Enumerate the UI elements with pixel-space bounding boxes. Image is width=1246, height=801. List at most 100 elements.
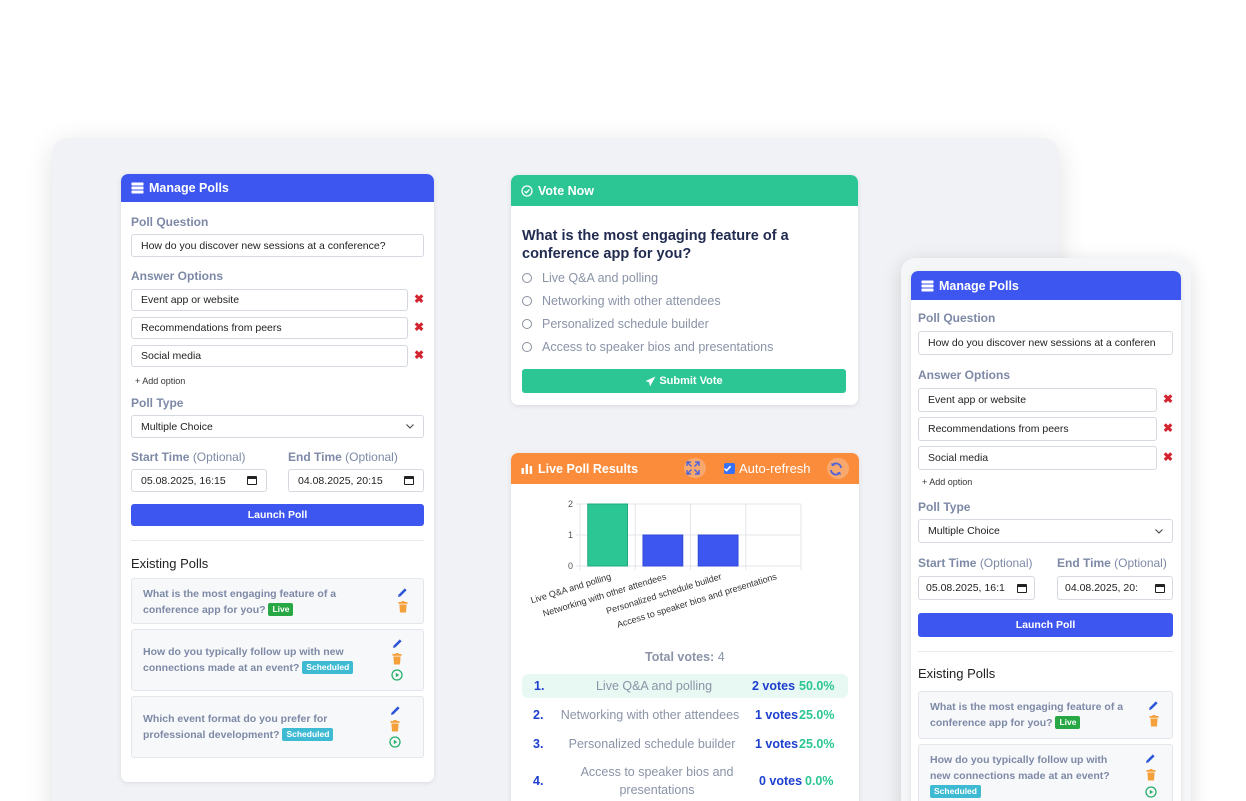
remove-option-button[interactable]: ✖	[414, 348, 424, 362]
remove-option-button[interactable]: ✖	[1163, 421, 1173, 435]
play-circle-icon[interactable]	[391, 669, 403, 681]
play-circle-icon[interactable]	[1145, 786, 1157, 798]
answer-option-input[interactable]: Recommendations from peers	[131, 317, 408, 339]
manage-polls-title: Manage Polls	[149, 181, 229, 195]
result-rank: 3.	[533, 737, 544, 751]
poll-question-line: new connections made at an event?	[930, 770, 1110, 782]
vote-now-title: Vote Now	[538, 183, 595, 198]
trash-icon[interactable]	[398, 601, 408, 613]
add-option-link[interactable]: + Add option	[922, 477, 972, 487]
poll-question-line: What is the most engaging feature of a	[930, 701, 1124, 713]
vote-option-label: Personalized schedule builder	[542, 317, 709, 331]
remove-option-button[interactable]: ✖	[1163, 450, 1173, 464]
divider	[918, 651, 1173, 652]
poll-type-select[interactable]: Multiple Choice	[131, 415, 424, 438]
existing-poll-item[interactable]: Which event format do you prefer for prof…	[131, 696, 424, 758]
optional-text: (Optional)	[979, 556, 1033, 570]
existing-poll-item[interactable]: What is the most engaging feature of a co…	[131, 578, 424, 624]
trash-icon[interactable]	[1149, 715, 1159, 727]
live-results-header: Live Poll Results Auto-refresh	[511, 453, 859, 484]
result-votes: 1 votes	[755, 708, 799, 722]
auto-refresh-checkbox[interactable]	[723, 463, 735, 474]
answer-options-label: Answer Options	[131, 269, 224, 283]
end-time-input[interactable]: 04.08.2025, 20:15	[288, 469, 424, 492]
end-time-input[interactable]: 04.08.2025, 20:	[1057, 576, 1173, 600]
vote-option-label: Live Q&A and polling	[542, 271, 659, 285]
calendar-icon[interactable]	[1017, 583, 1027, 593]
mobile-poll-question-input[interactable]: How do you discover new sessions at a co…	[918, 331, 1173, 355]
radio-button[interactable]	[522, 296, 532, 306]
end-time-value: 04.08.2025, 20:	[1065, 582, 1138, 594]
status-badge: Scheduled	[302, 661, 354, 674]
answer-option-input[interactable]: Event app or website	[131, 289, 408, 311]
remove-option-button[interactable]: ✖	[414, 320, 424, 334]
remove-option-button[interactable]: ✖	[414, 292, 424, 306]
chart-y-tick-label: 0	[568, 561, 573, 571]
radio-button[interactable]	[522, 319, 532, 329]
radio-button[interactable]	[522, 342, 532, 352]
chart-y-ticks: 0 1 2	[568, 499, 573, 571]
existing-poll-item[interactable]: How do you typically follow up with new c…	[131, 629, 424, 691]
trash-icon[interactable]	[390, 720, 400, 732]
vote-option[interactable]: Live Q&A and polling	[522, 271, 658, 285]
result-label: Access to speaker bios and presentations	[580, 765, 734, 797]
vote-option[interactable]: Access to speaker bios and presentations	[522, 340, 773, 354]
remove-option-button[interactable]: ✖	[1163, 392, 1173, 406]
play-circle-icon[interactable]	[389, 736, 401, 748]
paper-plane-icon	[645, 376, 656, 386]
total-votes-label: Total votes:	[645, 650, 715, 664]
trash-icon[interactable]	[392, 653, 402, 665]
calendar-icon[interactable]	[404, 476, 414, 485]
vote-option[interactable]: Networking with other attendees	[522, 294, 721, 308]
poll-question-input[interactable]: How do you discover new sessions at a co…	[131, 234, 424, 257]
poll-question-line: How do you typically follow up with	[930, 754, 1108, 766]
pencil-icon[interactable]	[390, 705, 401, 716]
chart-bar	[642, 534, 684, 567]
divider	[131, 540, 424, 541]
end-time-text: End Time	[1057, 556, 1111, 570]
bar-chart-icon	[521, 464, 533, 474]
start-time-input[interactable]: 05.08.2025, 16:15	[131, 469, 267, 492]
status-badge: Live	[268, 603, 294, 616]
answer-option-input[interactable]: Recommendations from peers	[918, 417, 1157, 441]
refresh-button[interactable]	[827, 458, 849, 479]
trash-icon[interactable]	[1146, 769, 1156, 781]
fullscreen-button[interactable]	[684, 458, 706, 478]
pencil-icon[interactable]	[1145, 753, 1156, 764]
submit-vote-label: Submit Vote	[659, 375, 723, 387]
mobile-manage-polls-title: Manage Polls	[939, 278, 1019, 293]
answer-option-input[interactable]: Social media	[131, 345, 408, 367]
submit-vote-button[interactable]: Submit Vote	[522, 369, 846, 393]
poll-type-value: Multiple Choice	[928, 525, 1000, 537]
start-time-input[interactable]: 05.08.2025, 16:1	[918, 576, 1035, 600]
existing-poll-question: What is the most engaging feature of a co…	[930, 699, 1123, 731]
add-option-link[interactable]: + Add option	[135, 376, 185, 386]
result-percent: 25.0%	[799, 708, 835, 722]
start-time-label: Start Time (Optional)	[918, 556, 1033, 570]
chart-bar	[697, 534, 739, 567]
vote-option[interactable]: Personalized schedule builder	[522, 317, 709, 331]
pencil-icon[interactable]	[397, 587, 408, 598]
result-votes: 1 votes	[755, 737, 799, 751]
poll-type-select[interactable]: Multiple Choice	[918, 519, 1173, 543]
pencil-icon[interactable]	[392, 638, 403, 649]
answer-option-input[interactable]: Social media	[918, 446, 1157, 470]
start-time-value: 05.08.2025, 16:1	[926, 582, 1005, 594]
result-percent: 0.0%	[805, 774, 834, 788]
calendar-icon[interactable]	[1155, 583, 1165, 593]
existing-poll-item[interactable]: How do you typically follow up with new c…	[918, 744, 1173, 801]
calendar-icon[interactable]	[247, 476, 257, 485]
poll-question-line: What is the most engaging feature of a	[143, 588, 337, 600]
answer-option-input[interactable]: Event app or website	[918, 388, 1157, 412]
server-icon	[921, 280, 934, 291]
launch-poll-button[interactable]: Launch Poll	[131, 504, 424, 526]
existing-poll-item[interactable]: What is the most engaging feature of a co…	[918, 691, 1173, 739]
radio-button[interactable]	[522, 273, 532, 283]
server-icon	[131, 182, 144, 194]
chart-y-tick-label: 2	[568, 499, 573, 509]
existing-poll-question: How do you typically follow up with new c…	[143, 644, 354, 676]
launch-poll-button[interactable]: Launch Poll	[918, 613, 1173, 637]
check-circle-icon	[521, 184, 533, 197]
result-percent: 50.0%	[799, 679, 835, 693]
pencil-icon[interactable]	[1148, 700, 1159, 711]
